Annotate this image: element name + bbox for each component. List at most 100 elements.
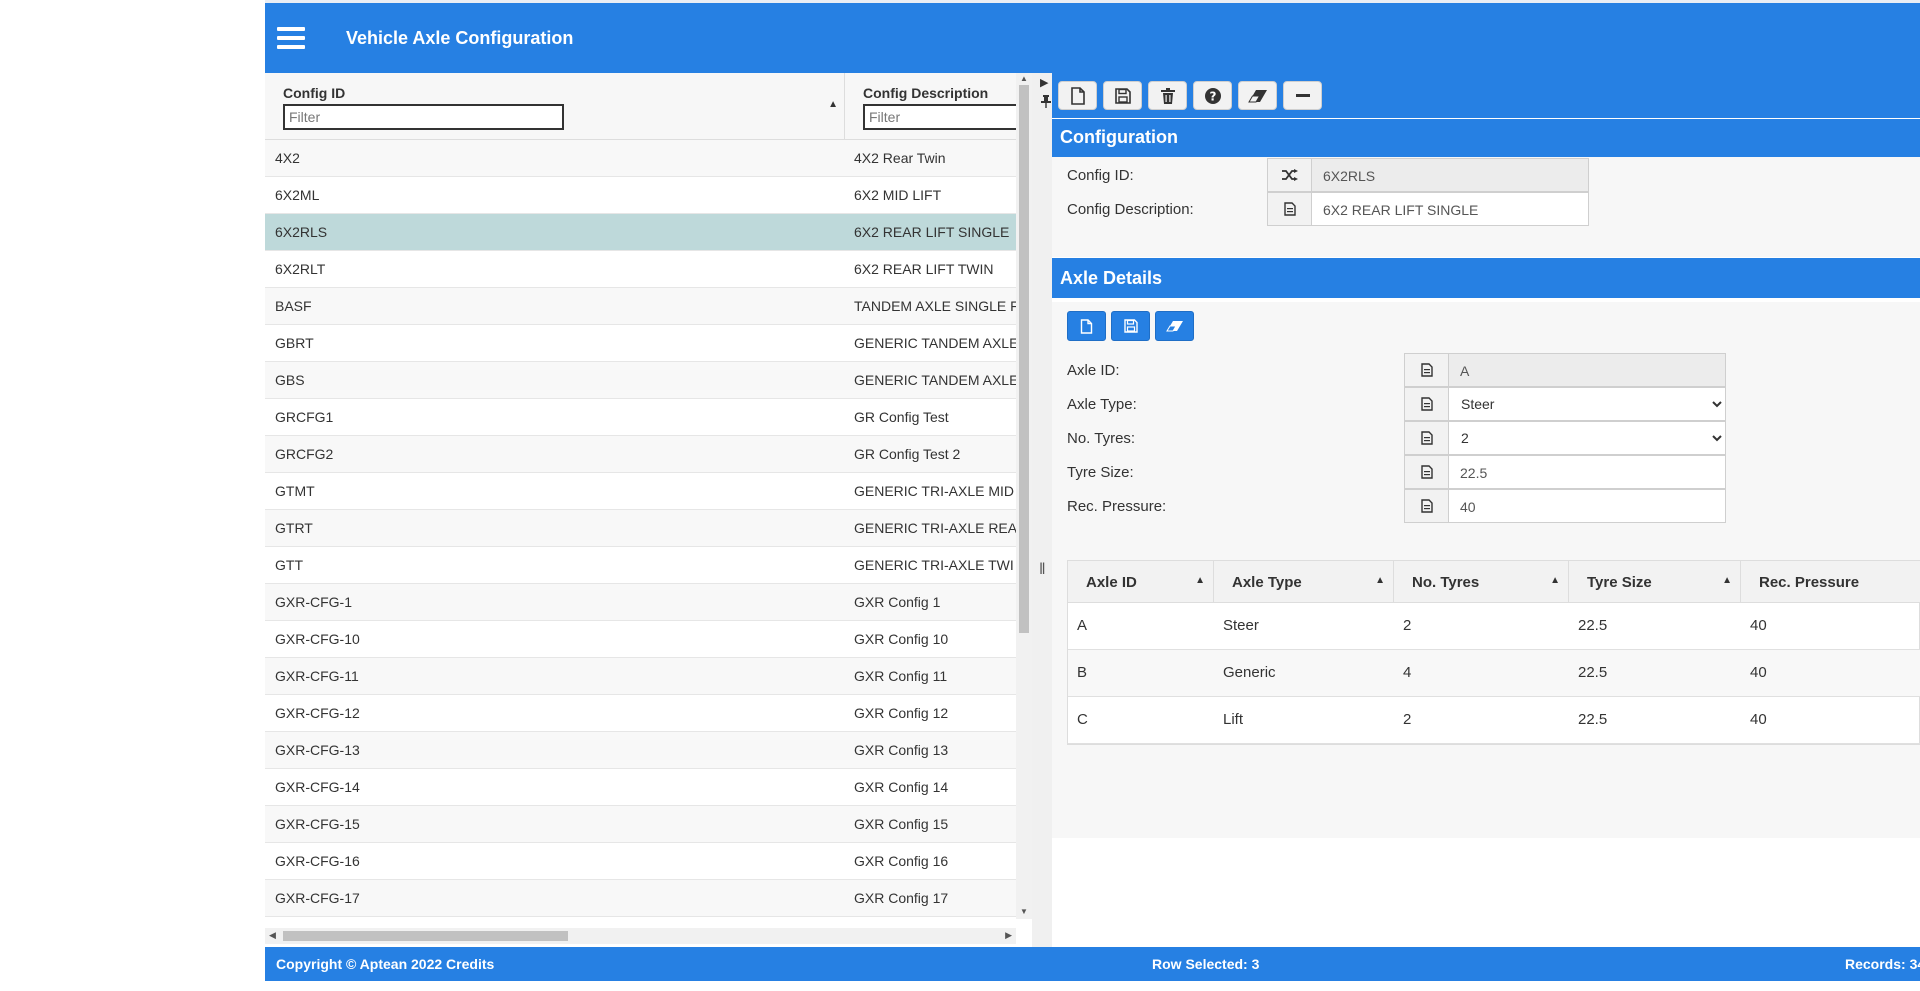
- table-row[interactable]: 6X2ML 6X2 MID LIFT: [265, 177, 1016, 214]
- table-row[interactable]: 6X2RLT 6X2 REAR LIFT TWIN: [265, 251, 1016, 288]
- rec-pressure-field[interactable]: 40: [1404, 489, 1726, 523]
- config-description-cell: 6X2 MID LIFT: [854, 187, 942, 203]
- table-row[interactable]: GRCFG1 GR Config Test: [265, 399, 1016, 436]
- axle-table-header-rec-pressure[interactable]: Rec. Pressure: [1741, 561, 1920, 603]
- sort-caret-icon: ▲: [1722, 575, 1732, 586]
- config-id-cell: GXR-CFG-15: [275, 816, 360, 832]
- status-bar: Copyright © Aptean 2022 Credits Row Sele…: [265, 947, 1920, 981]
- scroll-left-icon[interactable]: ◀: [269, 930, 276, 941]
- collapse-arrow-icon[interactable]: ▶: [1040, 76, 1048, 89]
- new-button[interactable]: [1058, 81, 1097, 110]
- table-row[interactable]: GXR-CFG-13 GXR Config 13: [265, 732, 1016, 769]
- axle-table-header-tyre-size[interactable]: Tyre Size ▲: [1569, 561, 1741, 603]
- axle-table-header-axle-type[interactable]: Axle Type ▲: [1214, 561, 1394, 603]
- horizontal-scrollbar[interactable]: ◀ ▶: [265, 928, 1016, 944]
- scroll-right-icon[interactable]: ▶: [1005, 930, 1012, 941]
- axle-type-label: Axle Type:: [1067, 396, 1137, 413]
- new-axle-button[interactable]: [1067, 311, 1106, 341]
- no-tyres-cell: 2: [1403, 617, 1412, 634]
- config-description-cell: GENERIC TANDEM AXLE: [854, 335, 1016, 351]
- table-row[interactable]: GBS GENERIC TANDEM AXLE: [265, 362, 1016, 399]
- eraser-icon: [1247, 89, 1268, 103]
- document-icon: [1405, 388, 1449, 420]
- clear-axle-button[interactable]: [1155, 311, 1194, 341]
- table-row[interactable]: GTT GENERIC TRI-AXLE TWI: [265, 547, 1016, 584]
- scroll-up-icon[interactable]: ▲: [1020, 74, 1028, 83]
- page-bottom: [265, 981, 1920, 991]
- table-row[interactable]: GBRT GENERIC TANDEM AXLE: [265, 325, 1016, 362]
- axle-table-header-axle-id[interactable]: Axle ID ▲: [1068, 561, 1214, 603]
- splitter-grip-icon[interactable]: ‖: [1039, 561, 1046, 579]
- config-id-cell: GBRT: [275, 335, 314, 351]
- config-id-cell: GXR-CFG-16: [275, 853, 360, 869]
- column-header-config-description[interactable]: Config Description: [845, 73, 1016, 140]
- rec-pressure-label: Rec. Pressure:: [1067, 498, 1167, 515]
- column-label-config-id: Config ID: [283, 85, 346, 101]
- axle-table-row[interactable]: B Generic 4 22.5 40: [1068, 650, 1920, 697]
- horizontal-scrollbar-thumb[interactable]: [283, 931, 568, 941]
- filter-input-config-description[interactable]: [863, 104, 1016, 130]
- pin-icon[interactable]: [1040, 94, 1052, 108]
- table-row[interactable]: GXR-CFG-17 GXR Config 17: [265, 880, 1016, 917]
- sort-caret-icon[interactable]: ▲: [828, 99, 838, 110]
- sort-caret-icon: ▲: [1550, 575, 1560, 586]
- config-description-cell: GXR Config 11: [854, 668, 948, 684]
- hamburger-menu-icon[interactable]: [277, 27, 305, 49]
- grid-body: 4X2 4X2 Rear Twin 6X2ML 6X2 MID LIFT 6X2RLS 6…: [265, 140, 1016, 919]
- table-row[interactable]: GXR-CFG-10 GXR Config 10: [265, 621, 1016, 658]
- config-description-cell: 4X2 Rear Twin: [854, 150, 946, 166]
- config-description-label: Config Description:: [1067, 201, 1194, 218]
- tyre-size-field[interactable]: 22.5: [1404, 455, 1726, 489]
- table-row[interactable]: GXR-CFG-14 GXR Config 14: [265, 769, 1016, 806]
- table-row[interactable]: BASF TANDEM AXLE SINGLE F: [265, 288, 1016, 325]
- scroll-down-icon[interactable]: ▼: [1020, 907, 1028, 916]
- sort-caret-icon: ▲: [1195, 575, 1205, 586]
- axle-id-field[interactable]: A: [1404, 353, 1726, 387]
- tyre-size-cell: 22.5: [1578, 711, 1608, 728]
- app-window: Vehicle Axle Configuration Config ID ▲ C…: [265, 0, 1920, 991]
- collapse-button[interactable]: [1283, 81, 1322, 110]
- save-axle-button[interactable]: [1111, 311, 1150, 341]
- filter-input-config-id[interactable]: [283, 104, 564, 130]
- table-row[interactable]: GXR-CFG-11 GXR Config 11: [265, 658, 1016, 695]
- config-description-value: 6X2 REAR LIFT SINGLE: [1323, 202, 1479, 218]
- no-tyres-label: No. Tyres:: [1067, 430, 1136, 447]
- document-icon: [1405, 456, 1449, 488]
- table-row[interactable]: GRCFG2 GR Config Test 2: [265, 436, 1016, 473]
- table-row[interactable]: 4X2 4X2 Rear Twin: [265, 140, 1016, 177]
- axle-table-header-no-tyres[interactable]: No. Tyres ▲: [1394, 561, 1569, 603]
- config-description-field[interactable]: 6X2 REAR LIFT SINGLE: [1267, 192, 1589, 226]
- save-icon: [1123, 319, 1138, 333]
- table-row[interactable]: GXR-CFG-15 GXR Config 15: [265, 806, 1016, 843]
- table-row[interactable]: GXR-CFG-1 GXR Config 1: [265, 584, 1016, 621]
- minus-icon: [1295, 93, 1310, 98]
- axle-table-row[interactable]: C Lift 2 22.5 40: [1068, 697, 1920, 744]
- vertical-scrollbar[interactable]: ▲ ▼: [1016, 73, 1032, 919]
- no-tyres-select[interactable]: 2: [1449, 422, 1725, 454]
- table-row[interactable]: 6X2RLS 6X2 REAR LIFT SINGLE: [265, 214, 1016, 251]
- table-row[interactable]: GXR-CFG-16 GXR Config 16: [265, 843, 1016, 880]
- copyright-text[interactable]: Copyright © Aptean 2022 Credits: [276, 956, 494, 972]
- detail-panel: ? Configuration Config ID: 6X2RLS Config…: [1052, 73, 1920, 947]
- clear-button[interactable]: [1238, 81, 1277, 110]
- config-id-label: Config ID:: [1067, 167, 1134, 184]
- config-id-cell: GXR-CFG-10: [275, 631, 360, 647]
- table-row[interactable]: GTMT GENERIC TRI-AXLE MID: [265, 473, 1016, 510]
- records-count-text: Records: 34: [1845, 956, 1920, 972]
- table-row[interactable]: GTRT GENERIC TRI-AXLE REA: [265, 510, 1016, 547]
- config-id-cell: GBS: [275, 372, 305, 388]
- axle-type-select[interactable]: Steer: [1449, 388, 1725, 420]
- save-button[interactable]: [1103, 81, 1142, 110]
- table-row[interactable]: GXR-CFG-12 GXR Config 12: [265, 695, 1016, 732]
- config-description-cell: GXR Config 17: [854, 890, 949, 906]
- axle-type-cell: Steer: [1223, 617, 1259, 634]
- config-id-cell: GXR-CFG-12: [275, 705, 360, 721]
- help-button[interactable]: ?: [1193, 81, 1232, 110]
- axle-table-row[interactable]: A Steer 2 22.5 40: [1068, 603, 1920, 650]
- scrollbar-thumb[interactable]: [1019, 85, 1029, 633]
- config-description-cell: GXR Config 16: [854, 853, 949, 869]
- delete-button[interactable]: [1148, 81, 1187, 110]
- config-id-field[interactable]: 6X2RLS: [1267, 158, 1589, 192]
- column-header-config-id[interactable]: Config ID ▲: [265, 73, 844, 140]
- config-id-cell: GRCFG1: [275, 409, 334, 425]
